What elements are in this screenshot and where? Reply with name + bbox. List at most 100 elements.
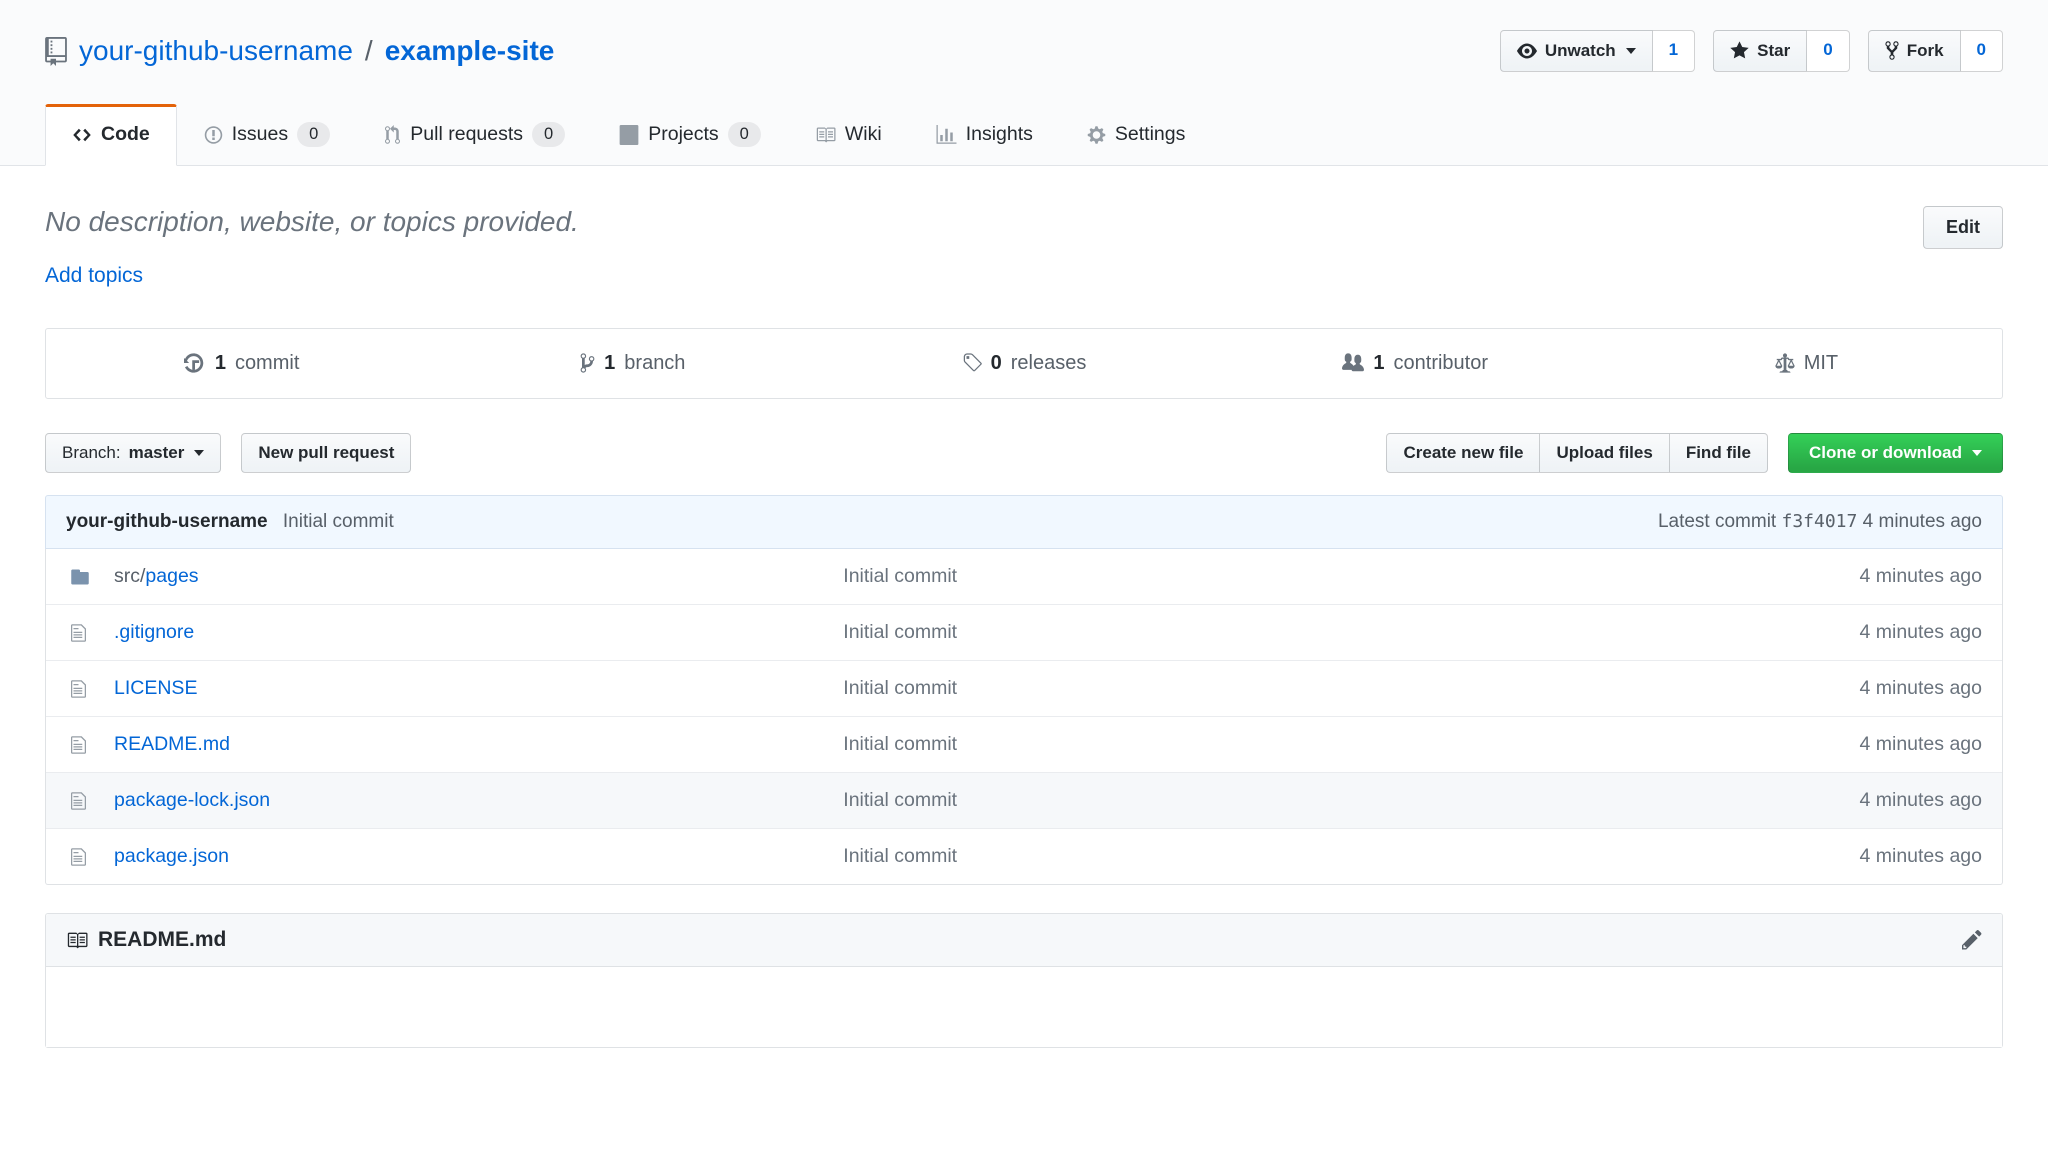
commit-message-link[interactable]: Initial commit [843, 733, 957, 755]
repo-nav: Code Issues 0 Pull requests 0 Projects 0… [45, 104, 2003, 165]
file-link[interactable]: package.json [114, 845, 229, 867]
branches-stat[interactable]: 1 branch [437, 329, 828, 398]
pull-requests-counter: 0 [532, 122, 565, 147]
graph-icon [936, 123, 957, 146]
table-row: package-lock.json Initial commit 4 minut… [46, 773, 2002, 829]
forks-count[interactable]: 0 [1961, 30, 2003, 72]
file-age: 4 minutes ago [1682, 845, 1982, 868]
tab-insights-label: Insights [966, 123, 1033, 146]
tab-projects[interactable]: Projects 0 [592, 104, 788, 165]
table-row: package.json Initial commit 4 minutes ag… [46, 829, 2002, 884]
fork-button[interactable]: Fork [1868, 30, 1961, 72]
chevron-down-icon [194, 450, 204, 456]
file-link[interactable]: .gitignore [114, 621, 194, 643]
tab-insights[interactable]: Insights [909, 104, 1060, 165]
readme-section: README.md [45, 913, 2003, 1048]
unwatch-button[interactable]: Unwatch [1500, 30, 1653, 72]
people-icon [1342, 352, 1364, 375]
file-table: src/pages Initial commit 4 minutes ago .… [45, 549, 2003, 885]
book-icon [66, 928, 88, 952]
create-new-file-button[interactable]: Create new file [1386, 433, 1539, 473]
star-label: Star [1757, 41, 1790, 61]
tab-settings-label: Settings [1115, 123, 1185, 146]
tab-issues[interactable]: Issues 0 [177, 104, 358, 165]
branch-prefix-label: Branch: [62, 443, 121, 463]
file-name: README.md [114, 733, 230, 755]
file-name: package.json [114, 845, 229, 867]
gear-icon [1087, 123, 1106, 146]
find-file-button[interactable]: Find file [1669, 433, 1768, 473]
star-button[interactable]: Star [1713, 30, 1807, 72]
commit-sha-link[interactable]: f3f4017 [1782, 511, 1858, 532]
file-name: .gitignore [114, 621, 194, 643]
commit-message-link[interactable]: Initial commit [843, 677, 957, 699]
commit-message-link[interactable]: Initial commit [843, 789, 957, 811]
tab-pull-requests-label: Pull requests [410, 123, 523, 146]
history-icon [184, 352, 206, 375]
commit-message-link[interactable]: Initial commit [843, 845, 957, 867]
fork-label: Fork [1907, 41, 1944, 61]
file-age: 4 minutes ago [1682, 789, 1982, 812]
file-link[interactable]: src/pages [114, 565, 199, 587]
repo-description: No description, website, or topics provi… [45, 206, 579, 238]
clone-or-download-button[interactable]: Clone or download [1788, 433, 2003, 473]
watchers-count[interactable]: 1 [1653, 30, 1695, 72]
releases-stat[interactable]: 0 releases [828, 329, 1219, 398]
star-icon [1730, 40, 1749, 62]
table-row: .gitignore Initial commit 4 minutes ago [46, 605, 2002, 661]
pencil-icon[interactable] [1962, 928, 1982, 952]
license-stat[interactable]: MIT [1611, 329, 2002, 398]
repo-path-separator: / [365, 35, 373, 67]
file-actions-group: Create new file Upload files Find file [1386, 433, 1768, 473]
tab-code[interactable]: Code [45, 104, 177, 166]
commit-author-link[interactable]: your-github-username [66, 511, 268, 532]
commit-message-link[interactable]: Initial commit [843, 565, 957, 587]
tab-pull-requests[interactable]: Pull requests 0 [357, 104, 592, 165]
issue-opened-icon [204, 123, 223, 146]
file-link[interactable]: README.md [114, 733, 230, 755]
branch-name-label: master [129, 443, 185, 463]
commit-message-link[interactable]: Initial commit [283, 511, 394, 532]
unwatch-label: Unwatch [1545, 41, 1616, 61]
tab-wiki[interactable]: Wiki [788, 104, 909, 165]
tab-wiki-label: Wiki [845, 123, 882, 146]
repo-name-link[interactable]: example-site [385, 35, 555, 67]
commits-label: commit [235, 352, 299, 375]
repo-stats-bar: 1 commit 1 branch 0 releases 1 contribut… [45, 328, 2003, 399]
readme-title: README.md [98, 928, 226, 952]
file-link[interactable]: package-lock.json [114, 789, 270, 811]
file-age: 4 minutes ago [1682, 733, 1982, 756]
contributors-stat[interactable]: 1 contributor [1220, 329, 1611, 398]
table-row: LICENSE Initial commit 4 minutes ago [46, 661, 2002, 717]
commits-count: 1 [215, 352, 226, 375]
upload-files-button[interactable]: Upload files [1539, 433, 1668, 473]
watch-button-group: Unwatch 1 [1500, 30, 1695, 72]
edit-description-button[interactable]: Edit [1923, 206, 2003, 249]
branches-count: 1 [604, 352, 615, 375]
project-icon [619, 123, 639, 146]
file-name: LICENSE [114, 677, 197, 699]
file-name: package-lock.json [114, 789, 270, 811]
tab-issues-label: Issues [232, 123, 288, 146]
commits-stat[interactable]: 1 commit [46, 329, 437, 398]
new-pull-request-button[interactable]: New pull request [241, 433, 411, 473]
readme-content [46, 967, 2002, 1047]
tab-projects-label: Projects [648, 123, 718, 146]
file-icon [70, 845, 114, 868]
file-link[interactable]: LICENSE [114, 677, 197, 699]
branch-select-button[interactable]: Branch: master [45, 433, 221, 473]
releases-label: releases [1011, 352, 1087, 375]
fork-button-group: Fork 0 [1868, 30, 2003, 72]
repo-icon [45, 35, 67, 67]
folder-path-prefix: src/ [114, 565, 145, 587]
contributors-label: contributor [1394, 352, 1489, 375]
file-age: 4 minutes ago [1682, 621, 1982, 644]
fork-icon [1885, 40, 1899, 62]
stargazers-count[interactable]: 0 [1807, 30, 1849, 72]
tag-icon [962, 352, 982, 375]
chevron-down-icon [1972, 450, 1982, 456]
tab-settings[interactable]: Settings [1060, 104, 1212, 165]
repo-owner-link[interactable]: your-github-username [79, 35, 353, 67]
add-topics-link[interactable]: Add topics [45, 264, 143, 288]
commit-message-link[interactable]: Initial commit [843, 621, 957, 643]
